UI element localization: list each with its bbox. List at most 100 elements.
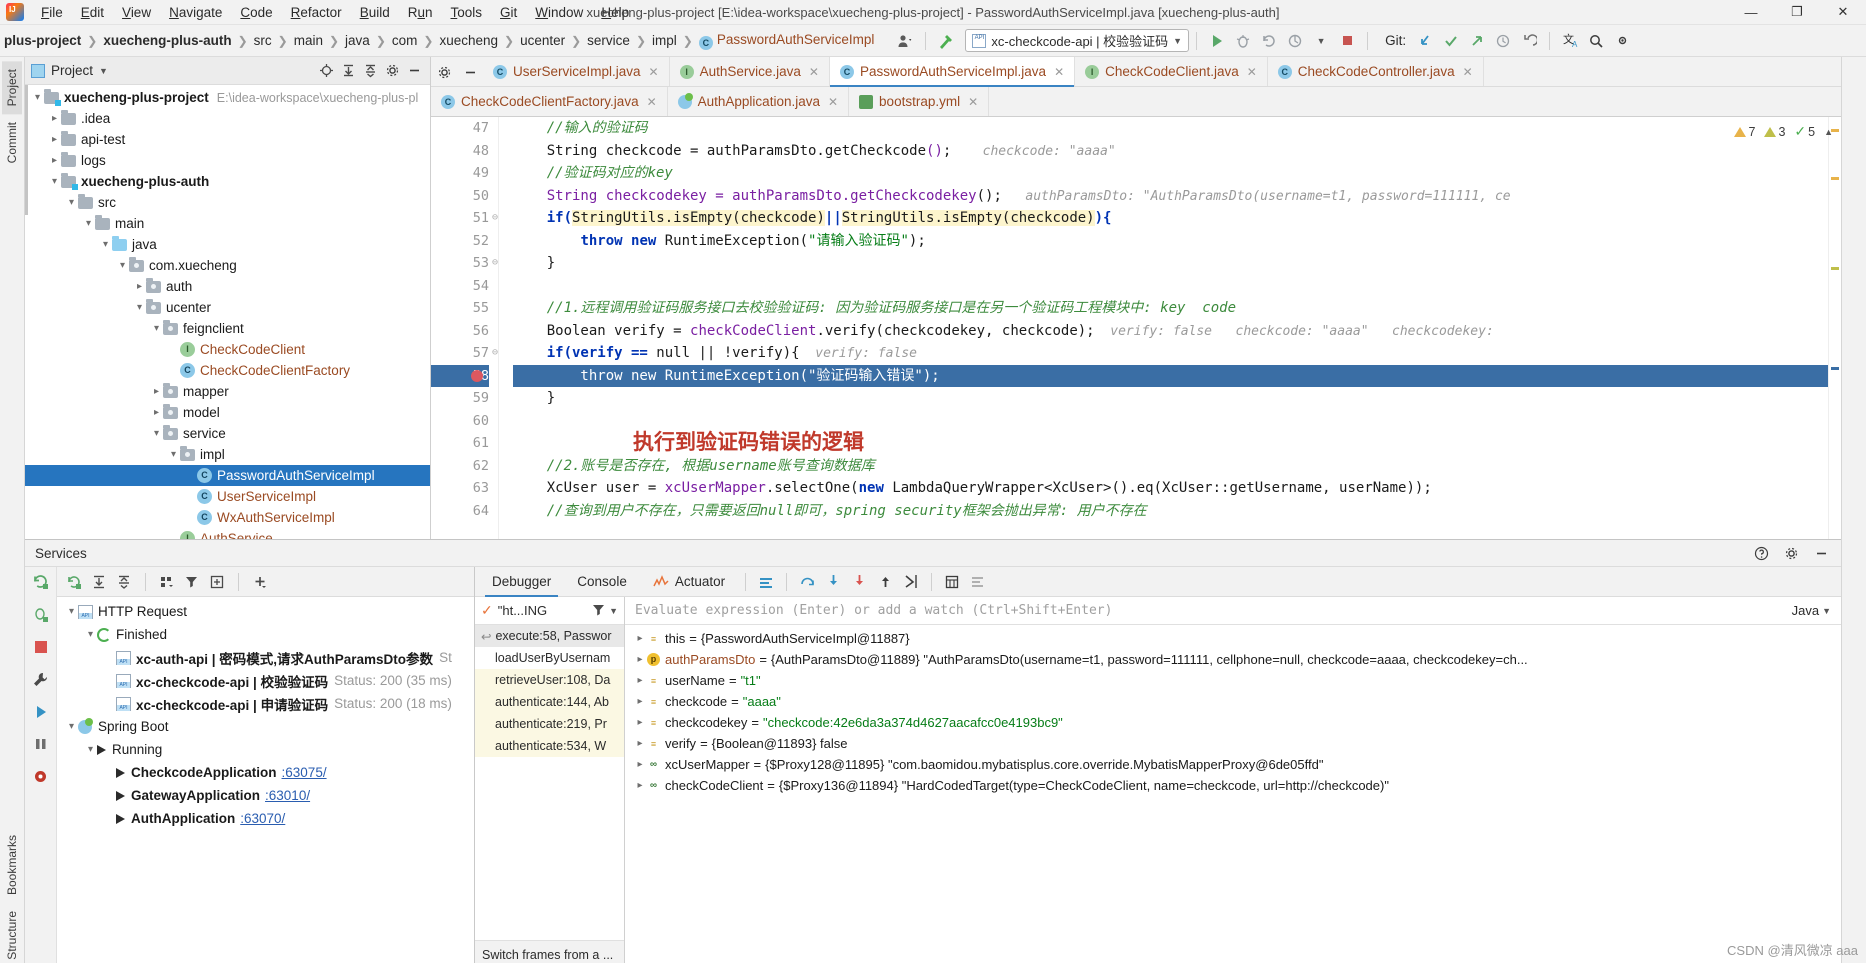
service-row[interactable]: xc-auth-api | 密码模式,请求AuthParamsDto参数 St xyxy=(57,646,474,669)
sidebar-item-project[interactable]: Project xyxy=(2,61,22,115)
chevron-down-icon[interactable]: ▾ xyxy=(31,92,44,103)
editor-tab[interactable]: AuthApplication.java ✕ xyxy=(667,87,850,116)
service-row[interactable]: GatewayApplication:63010/ xyxy=(57,784,474,807)
chevron-down-icon[interactable]: ▾ xyxy=(99,239,112,250)
evaluate-input-placeholder[interactable]: Evaluate expression (Enter) or add a wat… xyxy=(635,603,1792,618)
help-icon[interactable] xyxy=(1751,543,1771,563)
tree-row[interactable]: ▸ mapper xyxy=(25,381,430,402)
stack-frame-row[interactable]: loadUserByUsernam xyxy=(475,647,624,669)
variable-row[interactable]: ▸ ≡ checkcode = "aaaa" xyxy=(625,691,1841,712)
menu-file[interactable]: File xyxy=(32,2,72,23)
tree-row[interactable]: ▾ com.xuecheng xyxy=(25,255,430,276)
breakpoint-icon[interactable] xyxy=(471,369,483,382)
close-icon[interactable]: ✕ xyxy=(968,95,978,109)
translate-icon[interactable]: 文A xyxy=(1557,28,1583,54)
close-icon[interactable]: ✕ xyxy=(649,65,659,79)
rerun-button[interactable] xyxy=(1256,28,1282,54)
code-line[interactable]: XcUser user = xcUserMapper.selectOne(new… xyxy=(513,477,1828,500)
tree-row[interactable]: ▾ ucenter xyxy=(25,297,430,318)
close-icon[interactable]: ✕ xyxy=(1247,65,1257,79)
chevron-right-icon[interactable]: ▸ xyxy=(633,633,647,644)
wrench-icon[interactable] xyxy=(32,671,49,691)
group-icon[interactable] xyxy=(156,571,178,593)
code-line[interactable]: } xyxy=(513,252,1828,275)
menu-view[interactable]: View xyxy=(113,2,160,23)
chevron-down-icon[interactable]: ▾ xyxy=(65,606,78,617)
service-row[interactable]: AuthApplication:63070/ xyxy=(57,807,474,830)
filter-icon[interactable] xyxy=(181,571,203,593)
tree-row[interactable]: ▸ logs xyxy=(25,150,430,171)
language-selector[interactable]: Java ▼ xyxy=(1792,603,1831,618)
code-line[interactable]: String checkcodekey = authParamsDto.getC… xyxy=(513,185,1828,208)
editor-tab[interactable]: C UserServiceImpl.java ✕ xyxy=(483,57,670,86)
chevron-right-icon[interactable]: ▸ xyxy=(150,386,163,397)
code-line[interactable]: } xyxy=(513,387,1828,410)
code-line[interactable]: //验证码对应的key xyxy=(513,162,1828,185)
chevron-right-icon[interactable]: ▸ xyxy=(633,675,647,686)
locate-icon[interactable] xyxy=(316,61,336,81)
chevron-down-icon[interactable]: ▾ xyxy=(133,302,146,313)
collapse-all-icon[interactable] xyxy=(113,571,135,593)
inspection-summary[interactable]: 7 3 ✓ 5 ▲ xyxy=(1734,123,1833,140)
stack-frame-row[interactable]: authenticate:219, Pr xyxy=(475,713,624,735)
hide-panel-icon[interactable] xyxy=(1811,543,1831,563)
run-button[interactable] xyxy=(1204,28,1230,54)
tree-row[interactable]: ▾ src xyxy=(25,192,430,213)
code-line[interactable] xyxy=(513,410,1828,433)
step-out-icon[interactable] xyxy=(872,569,898,595)
git-commit-icon[interactable] xyxy=(1438,28,1464,54)
chevron-right-icon[interactable]: ▸ xyxy=(633,738,647,749)
service-row[interactable]: ▾ Running xyxy=(57,738,474,761)
tree-row[interactable]: C WxAuthServiceImpl xyxy=(25,507,430,528)
git-history-icon[interactable] xyxy=(1490,28,1516,54)
editor-tab[interactable]: C CheckCodeController.java ✕ xyxy=(1267,57,1484,86)
editor-tab[interactable]: bootstrap.yml ✕ xyxy=(849,87,990,116)
chevron-right-icon[interactable]: ▸ xyxy=(633,696,647,707)
code-line[interactable]: throw new RuntimeException("请输入验证码"); xyxy=(513,230,1828,253)
settings-gear-icon[interactable] xyxy=(382,61,402,81)
expand-all-icon[interactable] xyxy=(88,571,110,593)
force-step-into-icon[interactable] xyxy=(846,569,872,595)
tree-row[interactable]: ▾ main xyxy=(25,213,430,234)
breadcrumb-item[interactable]: xuecheng xyxy=(435,33,502,48)
rerun-icon[interactable] xyxy=(63,571,85,593)
services-tree[interactable]: ▾HTTP Request▾Finishedxc-auth-api | 密码模式… xyxy=(57,597,474,963)
service-row[interactable]: ▾ HTTP Request xyxy=(57,600,474,623)
menu-git[interactable]: Git xyxy=(491,2,526,23)
chevron-down-icon[interactable]: ▾ xyxy=(48,176,61,187)
stack-frame-row[interactable]: authenticate:534, W xyxy=(475,735,624,757)
code-line[interactable]: Boolean verify = checkCodeClient.verify(… xyxy=(513,320,1828,343)
variable-row[interactable]: ▸ ≡ this = {PasswordAuthServiceImpl@11887} xyxy=(625,628,1841,649)
tab-debugger[interactable]: Debugger xyxy=(479,567,564,597)
breadcrumb-item[interactable]: plus-project xyxy=(0,33,85,48)
service-row[interactable]: xc-checkcode-api | 校验验证码 Status: 200 (35 … xyxy=(57,669,474,692)
chevron-right-icon[interactable]: ▸ xyxy=(48,113,61,124)
menu-run[interactable]: Run xyxy=(399,2,442,23)
tree-row[interactable]: ▾ xuecheng-plus-project E:\idea-workspace\… xyxy=(25,87,430,108)
debug-icon[interactable] xyxy=(32,606,49,626)
tab-actuator[interactable]: Actuator xyxy=(640,567,738,597)
variable-row[interactable]: ▸ ∞ checkCodeClient = {$Proxy136@11894} "Har… xyxy=(625,775,1841,796)
chevron-right-icon[interactable]: ▸ xyxy=(633,780,647,791)
code-line[interactable]: //输入的验证码 xyxy=(513,117,1828,140)
search-icon[interactable] xyxy=(1583,28,1609,54)
run-icon[interactable] xyxy=(33,704,49,723)
chevron-right-icon[interactable]: ▸ xyxy=(48,155,61,166)
menu-edit[interactable]: Edit xyxy=(72,2,113,23)
variable-row[interactable]: ▸ p authParamsDto = {AuthParamsDto@11889} "A… xyxy=(625,649,1841,670)
chevron-right-icon[interactable]: ▸ xyxy=(633,654,647,665)
chevron-down-icon[interactable]: ▾ xyxy=(65,721,78,732)
code-line[interactable]: throw new RuntimeException("验证码输入错误"); xyxy=(513,364,1828,387)
rerun-icon[interactable] xyxy=(32,573,49,593)
code-editor[interactable]: 4748495051⊖5253⊖54555657⊖58596061626364 … xyxy=(431,117,1841,539)
coverage-button[interactable] xyxy=(1282,28,1308,54)
chevron-right-icon[interactable]: ▸ xyxy=(48,134,61,145)
evaluate-expression-bar[interactable]: Evaluate expression (Enter) or add a wat… xyxy=(625,597,1841,625)
step-into-icon[interactable] xyxy=(820,569,846,595)
tree-row[interactable]: ▸ .idea xyxy=(25,108,430,129)
tree-row[interactable]: I AuthService xyxy=(25,528,430,539)
code-line[interactable]: if(verify == null || !verify){ verify: f… xyxy=(513,342,1828,365)
tree-row[interactable]: ▸ model xyxy=(25,402,430,423)
minimize-button[interactable]: — xyxy=(1728,0,1774,25)
frames-list[interactable]: ↩ execute:58, Passwor loadUserByUsernam ret… xyxy=(475,625,624,940)
